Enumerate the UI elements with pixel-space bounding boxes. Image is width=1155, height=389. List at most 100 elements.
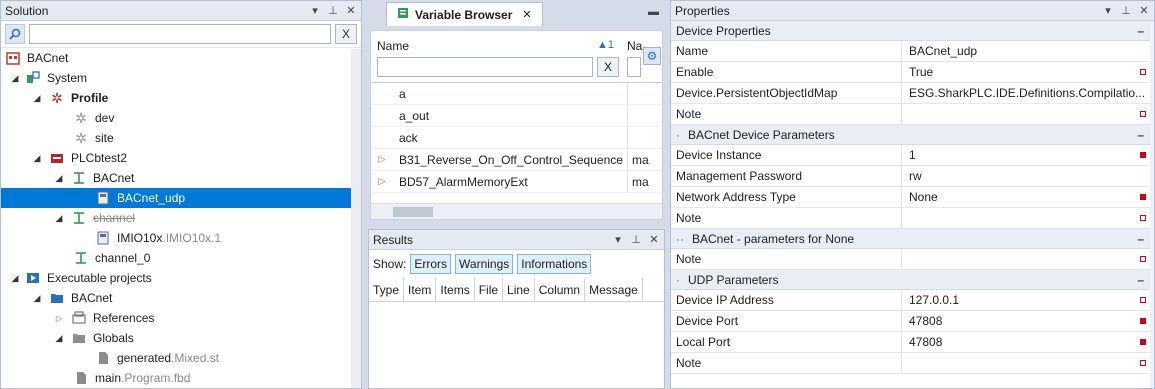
property-value[interactable]: BACnet_udp <box>902 44 1154 58</box>
name-filter-input[interactable] <box>377 57 593 77</box>
collapse-arrow-icon[interactable]: ◢ <box>31 93 43 104</box>
pin-icon[interactable]: ⊥ <box>1120 4 1132 17</box>
tree-node-site[interactable]: ✲ site <box>1 128 361 148</box>
column-header-items[interactable]: Items <box>436 277 475 302</box>
property-value[interactable]: 47808 <box>902 335 1154 349</box>
property-section-parameters-for-none[interactable]: ·· BACnet - parameters for None – <box>671 229 1154 249</box>
tree-node-bacnet-solution[interactable]: BACnet <box>1 48 361 68</box>
pin-icon[interactable]: ⊥ <box>327 4 339 17</box>
tree-node-channel-0[interactable]: channel_0 <box>1 248 361 268</box>
expand-arrow-icon[interactable]: ▷ <box>371 176 393 187</box>
tree-node-main[interactable]: main .Program.fbd <box>1 368 361 388</box>
variable-row[interactable]: a <box>371 82 662 105</box>
close-icon[interactable]: ✕ <box>648 233 660 246</box>
informations-filter-button[interactable]: Informations <box>517 254 592 274</box>
tree-node-profile[interactable]: ◢ ✲ Profile <box>1 88 361 108</box>
gear-icon[interactable]: ⚙ <box>643 47 661 65</box>
property-value[interactable]: True <box>902 65 1154 79</box>
errors-filter-button[interactable]: Errors <box>410 254 452 274</box>
tree-node-channel[interactable]: ◢ channel <box>1 208 361 228</box>
collapse-arrow-icon[interactable]: ◢ <box>53 173 65 184</box>
close-icon[interactable]: ✕ <box>1138 4 1150 17</box>
tab-menu-icon[interactable]: ▬ <box>648 6 659 18</box>
type-filter-input[interactable] <box>627 57 641 77</box>
tree-node-dev[interactable]: ✲ dev <box>1 108 361 128</box>
column-header-name[interactable]: Name <box>377 39 409 53</box>
column-header-item[interactable]: Item <box>404 277 437 302</box>
property-section-device-properties[interactable]: Device Properties – <box>671 21 1154 41</box>
collapse-icon[interactable]: – <box>1137 24 1144 38</box>
property-row[interactable]: Network Address Type None <box>671 186 1154 208</box>
column-header-type[interactable]: Type <box>369 277 405 302</box>
collapse-arrow-icon[interactable]: ◢ <box>9 273 21 284</box>
solution-scrollbar[interactable] <box>351 49 361 388</box>
tree-node-globals[interactable]: ◢ Globals <box>1 328 361 348</box>
property-section-udp-parameters[interactable]: · UDP Parameters – <box>671 270 1154 290</box>
property-row[interactable]: Enable True <box>671 61 1154 83</box>
clear-search-button[interactable]: X <box>335 24 357 44</box>
collapse-arrow-icon[interactable]: ◢ <box>9 73 21 84</box>
collapse-arrow-icon[interactable]: ◢ <box>53 333 65 344</box>
tree-node-imio10x[interactable]: IMIO10x .IMIO10x.1 <box>1 228 361 248</box>
tree-node-system[interactable]: ◢ System <box>1 68 361 88</box>
property-row[interactable]: Note <box>671 103 1154 125</box>
tree-node-bacnet-project[interactable]: ◢ BACnet <box>1 288 361 308</box>
property-row[interactable]: Name BACnet_udp <box>671 40 1154 62</box>
horizontal-scrollbar[interactable] <box>371 203 662 219</box>
variable-browser-tab[interactable]: Variable Browser ✕ <box>386 2 543 26</box>
clear-filter-button[interactable]: X <box>597 57 619 77</box>
close-icon[interactable]: ✕ <box>522 8 531 21</box>
scrollbar-thumb[interactable] <box>393 207 433 217</box>
collapse-arrow-icon[interactable]: ◢ <box>53 213 65 224</box>
property-value[interactable]: 1 <box>902 148 1154 162</box>
projects-icon <box>25 270 41 286</box>
variable-row[interactable]: ack <box>371 126 662 149</box>
expand-arrow-icon[interactable]: ▷ <box>53 314 65 323</box>
property-row[interactable]: Device Port 47808 <box>671 310 1154 332</box>
property-row[interactable]: Note <box>671 248 1154 270</box>
pin-icon[interactable]: ⊥ <box>630 233 642 246</box>
tree-node-bacnet-udp[interactable]: BACnet_udp <box>1 188 361 208</box>
column-header-type[interactable]: Na <box>627 39 642 53</box>
collapse-arrow-icon[interactable]: ◢ <box>31 153 43 164</box>
property-value[interactable]: None <box>902 190 1154 204</box>
properties-scrollbar[interactable] <box>1150 23 1154 388</box>
property-row[interactable]: Note <box>671 207 1154 229</box>
property-value[interactable]: 47808 <box>902 314 1154 328</box>
property-row[interactable]: Device.PersistentObjectIdMap ESG.SharkPLC… <box>671 82 1154 104</box>
warnings-filter-button[interactable]: Warnings <box>455 254 514 274</box>
dropdown-icon[interactable]: ▾ <box>612 233 624 246</box>
expand-arrow-icon[interactable]: ▷ <box>371 154 393 165</box>
search-icon[interactable] <box>5 24 25 44</box>
variable-row[interactable]: ▷ B31_Reverse_On_Off_Control_Sequence ma <box>371 148 662 171</box>
property-row[interactable]: Management Password rw <box>671 165 1154 187</box>
close-icon[interactable]: ✕ <box>345 4 357 17</box>
property-value[interactable]: rw <box>902 169 1154 183</box>
property-row[interactable]: Note <box>671 352 1154 374</box>
solution-search-input[interactable] <box>29 24 331 44</box>
column-header-column[interactable]: Column <box>535 277 586 302</box>
solution-title-bar: Solution ▾ ⊥ ✕ <box>1 1 361 21</box>
tree-node-bacnet-channel[interactable]: ◢ BACnet <box>1 168 361 188</box>
dropdown-icon[interactable]: ▾ <box>309 4 321 17</box>
tree-node-plcbtest2[interactable]: ◢ PLCbtest2 <box>1 148 361 168</box>
property-value[interactable]: ESG.SharkPLC.IDE.Definitions.Compilatio.… <box>902 86 1154 100</box>
collapse-arrow-icon[interactable]: ◢ <box>31 293 43 304</box>
property-row[interactable]: Device IP Address 127.0.0.1 <box>671 289 1154 311</box>
property-row[interactable]: Device Instance 1 <box>671 144 1154 166</box>
dropdown-icon[interactable]: ▾ <box>1102 4 1114 17</box>
column-header-line[interactable]: Line <box>503 277 535 302</box>
tree-node-generated[interactable]: generated .Mixed.st <box>1 348 361 368</box>
property-value[interactable]: 127.0.0.1 <box>902 293 1154 307</box>
column-header-message[interactable]: Message <box>585 277 643 302</box>
tree-node-references[interactable]: ▷ References <box>1 308 361 328</box>
variable-row[interactable]: ▷ BD57_AlarmMemoryExt ma <box>371 170 662 193</box>
collapse-icon[interactable]: – <box>1137 232 1144 246</box>
collapse-icon[interactable]: – <box>1137 273 1144 287</box>
collapse-icon[interactable]: – <box>1137 128 1144 142</box>
property-section-device-parameters[interactable]: · BACnet Device Parameters – <box>671 125 1154 145</box>
property-row[interactable]: Local Port 47808 <box>671 331 1154 353</box>
tree-node-executable-projects[interactable]: ◢ Executable projects <box>1 268 361 288</box>
column-header-file[interactable]: File <box>475 277 504 302</box>
variable-row[interactable]: a_out <box>371 104 662 127</box>
